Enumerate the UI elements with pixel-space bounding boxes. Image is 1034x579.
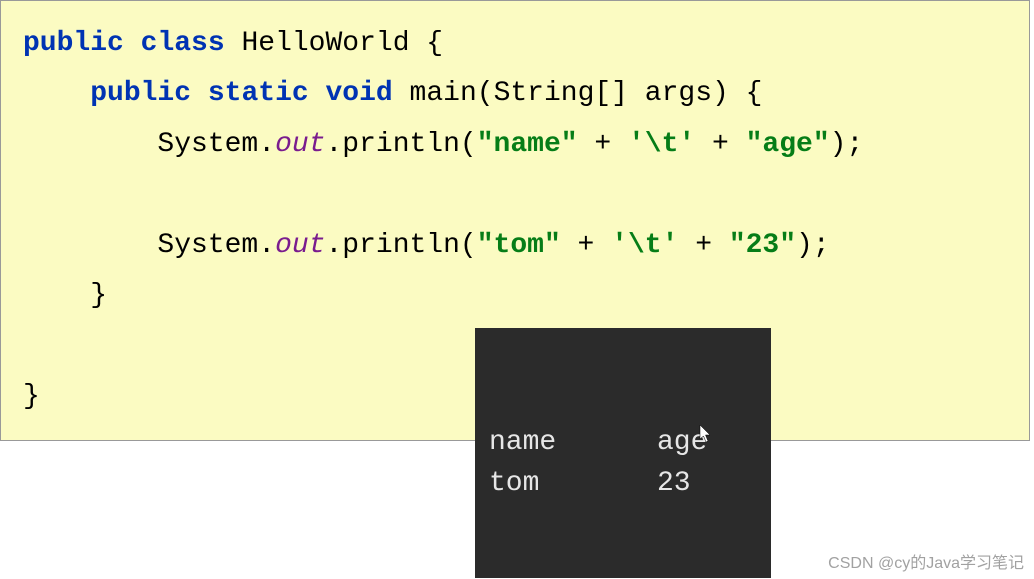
- plus-op: +: [695, 129, 745, 160]
- println-method: println: [342, 230, 460, 261]
- system-class: System: [157, 230, 258, 261]
- open-brace: {: [729, 78, 763, 109]
- semicolon: ;: [813, 230, 830, 261]
- open-brace: {: [410, 28, 444, 59]
- out-field: out: [275, 230, 325, 261]
- string-literal-tom: "tom": [477, 230, 561, 261]
- param-name: args: [645, 78, 712, 109]
- output-cell: tom: [489, 464, 657, 505]
- open-paren: (: [460, 230, 477, 261]
- watermark-text: CSDN @cy的Java学习笔记: [828, 549, 1024, 573]
- output-row: nameage: [489, 423, 757, 464]
- println-method: println: [342, 129, 460, 160]
- plus-op: +: [578, 129, 628, 160]
- plus-op: +: [561, 230, 611, 261]
- output-cell: 23: [657, 464, 691, 505]
- close-paren: ): [796, 230, 813, 261]
- close-paren: ): [830, 129, 847, 160]
- plus-op: +: [678, 230, 728, 261]
- method-name: main: [410, 78, 477, 109]
- dot: .: [325, 230, 342, 261]
- output-row: tom23: [489, 464, 757, 505]
- output-cell: age: [657, 423, 707, 464]
- dot: .: [258, 230, 275, 261]
- char-literal-tab: '\t': [611, 230, 678, 261]
- close-brace: }: [23, 381, 40, 412]
- dot: .: [258, 129, 275, 160]
- console-output: nameagetom23: [475, 328, 771, 578]
- close-paren: ): [712, 78, 729, 109]
- class-name: HelloWorld: [241, 28, 409, 59]
- out-field: out: [275, 129, 325, 160]
- string-literal-name: "name": [477, 129, 578, 160]
- string-literal-age: "age": [746, 129, 830, 160]
- open-paren: (: [477, 78, 494, 109]
- param-type: String[]: [494, 78, 628, 109]
- keyword-static: static: [208, 78, 309, 109]
- keyword-void: void: [326, 78, 393, 109]
- keyword-public: public: [90, 78, 191, 109]
- string-literal-23: "23": [729, 230, 796, 261]
- dot: .: [325, 129, 342, 160]
- close-brace: }: [90, 280, 107, 311]
- output-cell: name: [489, 423, 657, 464]
- char-literal-tab: '\t': [628, 129, 695, 160]
- keyword-class: class: [141, 28, 225, 59]
- open-paren: (: [460, 129, 477, 160]
- system-class: System: [157, 129, 258, 160]
- semicolon: ;: [846, 129, 863, 160]
- keyword-public: public: [23, 28, 124, 59]
